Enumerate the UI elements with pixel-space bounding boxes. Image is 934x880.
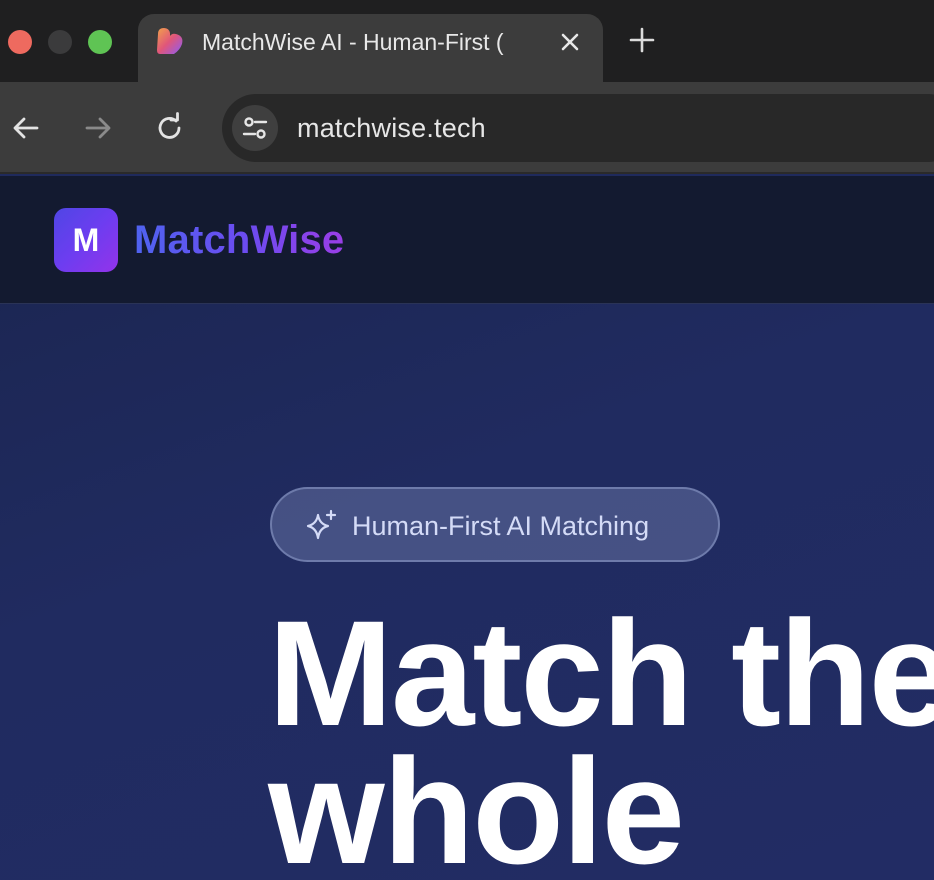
close-icon[interactable] [556, 28, 584, 56]
browser-tab-bar: MatchWise AI - Human-First ( [0, 0, 934, 82]
site-header: M MatchWise [0, 176, 934, 304]
hero-title-line-1: Match the [268, 589, 934, 757]
plus-icon[interactable] [628, 26, 656, 54]
arrow-right-icon[interactable] [82, 112, 114, 144]
maximize-window-button[interactable] [88, 30, 112, 54]
minimize-window-button[interactable] [48, 30, 72, 54]
tune-icon [242, 117, 268, 139]
arrow-left-icon[interactable] [10, 112, 42, 144]
browser-tab-active[interactable]: MatchWise AI - Human-First ( [138, 14, 603, 82]
badge-label: Human-First AI Matching [352, 511, 650, 541]
hero-title-line-2: whole [268, 727, 685, 880]
site-info-button[interactable] [232, 105, 278, 151]
tab-title: MatchWise AI - Human-First ( [202, 29, 504, 55]
hero-badge: Human-First AI Matching [270, 487, 720, 562]
url-text[interactable]: matchwise.tech [297, 112, 486, 144]
heart-favicon-icon [157, 28, 183, 54]
close-window-button[interactable] [8, 30, 32, 54]
address-bar[interactable]: matchwise.tech [222, 94, 934, 162]
browser-toolbar: matchwise.tech [0, 82, 934, 174]
brand-name[interactable]: MatchWise [134, 214, 344, 266]
reload-icon[interactable] [154, 112, 186, 144]
hero-title: Match the whole [268, 589, 934, 880]
web-page: M MatchWise Human-First AI Matching Matc… [0, 176, 934, 880]
logo-mark[interactable]: M [54, 208, 118, 272]
sparkles-icon [306, 509, 337, 540]
